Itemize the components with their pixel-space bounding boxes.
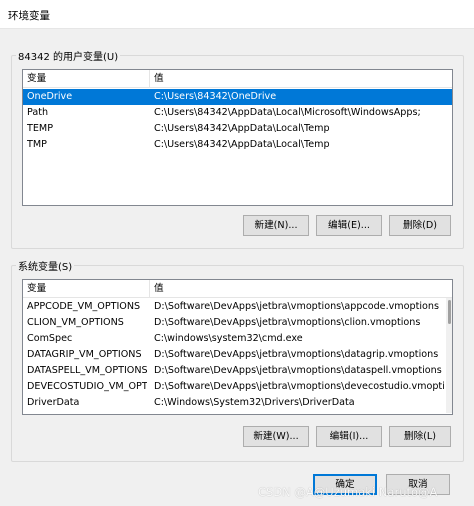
variable-value-cell: C:\Users\84342\AppData\Local\Microsoft\W… <box>154 107 421 118</box>
variable-name-cell: DATASPELL_VM_OPTIONS <box>27 365 147 376</box>
column-header-variable[interactable]: 变量 <box>23 70 149 87</box>
variable-value-cell: D:\Software\DevApps\jetbra\vmoptions\dat… <box>154 349 439 360</box>
system-new-button[interactable]: 新建(W)... <box>243 426 309 447</box>
user-vars-header: 变量 值 <box>23 70 452 88</box>
column-header-value[interactable]: 值 <box>149 280 452 297</box>
user-delete-button[interactable]: 删除(D) <box>389 215 451 236</box>
system-vars-scrollbar[interactable] <box>446 298 452 413</box>
table-row[interactable]: CLION_VM_OPTIONS D:\Software\DevApps\jetb… <box>23 315 452 331</box>
table-row[interactable]: TMP C:\Users\84342\AppData\Local\Temp <box>23 137 452 153</box>
title-bar[interactable]: 环境变量 <box>0 0 474 29</box>
variable-name-cell: Path <box>27 107 49 118</box>
system-vars-group-label: 系统变量(S) <box>16 258 75 273</box>
table-row[interactable]: ComSpec C:\windows\system32\cmd.exe <box>23 331 452 347</box>
column-header-value[interactable]: 值 <box>149 70 452 87</box>
system-vars-header: 变量 值 <box>23 280 452 298</box>
user-new-button[interactable]: 新建(N)... <box>243 215 309 236</box>
environment-variables-dialog: 环境变量 84342 的用户变量(U) 变量 值 OneDrive C:\User… <box>0 0 474 506</box>
variable-value-cell: C:\Users\84342\AppData\Local\Temp <box>154 123 330 134</box>
variable-name-cell: CLION_VM_OPTIONS <box>27 317 124 328</box>
variable-value-cell: D:\Software\DevApps\jetbra\vmoptions\dat… <box>154 365 442 376</box>
table-row[interactable]: OneDrive C:\Users\84342\OneDrive <box>23 89 452 105</box>
window-title: 环境变量 <box>8 10 50 22</box>
user-vars-group-label: 84342 的用户变量(U) <box>16 48 121 63</box>
variable-value-cell: C:\Windows\System32\Drivers\DriverData <box>154 397 355 408</box>
user-edit-button[interactable]: 编辑(E)... <box>316 215 382 236</box>
table-row[interactable]: TEMP C:\Users\84342\AppData\Local\Temp <box>23 121 452 137</box>
variable-name-cell: APPCODE_VM_OPTIONS <box>27 301 141 312</box>
column-header-variable[interactable]: 变量 <box>23 280 149 297</box>
variable-value-cell: D:\Software\DevApps\jetbra\vmoptions\app… <box>154 301 439 312</box>
table-row[interactable]: DriverData C:\Windows\System32\Drivers\Dr… <box>23 395 452 411</box>
table-row[interactable]: APPCODE_VM_OPTIONS D:\Software\DevApps\je… <box>23 299 452 315</box>
table-row[interactable]: DATASPELL_VM_OPTIONS D:\Software\DevApps\… <box>23 363 452 379</box>
user-vars-list[interactable]: 变量 值 OneDrive C:\Users\84342\OneDrive Path… <box>22 69 453 206</box>
variable-name-cell: ComSpec <box>27 333 73 344</box>
variable-name-cell: DEVECOSTUDIO_VM_OPT... <box>27 381 147 392</box>
variable-name-cell: DATAGRIP_VM_OPTIONS <box>27 349 142 360</box>
variable-name-cell: TEMP <box>27 123 53 134</box>
system-edit-button[interactable]: 编辑(I)... <box>316 426 382 447</box>
variable-name-cell: DriverData <box>27 397 80 408</box>
table-row[interactable]: DEVECOSTUDIO_VM_OPT... D:\Software\DevApp… <box>23 379 452 395</box>
table-row[interactable]: DATAGRIP_VM_OPTIONS D:\Software\DevApps\j… <box>23 347 452 363</box>
variable-value-cell: C:\Users\84342\AppData\Local\Temp <box>154 139 330 150</box>
variable-value-cell: D:\Software\DevApps\jetbra\vmoptions\cli… <box>154 317 421 328</box>
variable-name-cell: OneDrive <box>27 91 73 102</box>
system-vars-list[interactable]: 变量 值 APPCODE_VM_OPTIONS D:\Software\DevAp… <box>22 279 453 415</box>
table-row[interactable]: Path C:\Users\84342\AppData\Local\Microso… <box>23 105 452 121</box>
system-delete-button[interactable]: 删除(L) <box>389 426 451 447</box>
watermark: CSDN @A@Uzumaki Naruto@A <box>258 485 438 499</box>
scrollbar-thumb[interactable] <box>448 300 451 324</box>
variable-value-cell: C:\windows\system32\cmd.exe <box>154 333 303 344</box>
variable-value-cell: C:\Users\84342\OneDrive <box>154 91 277 102</box>
variable-value-cell: D:\Software\DevApps\jetbra\vmoptions\dev… <box>154 381 444 392</box>
variable-name-cell: TMP <box>27 139 47 150</box>
